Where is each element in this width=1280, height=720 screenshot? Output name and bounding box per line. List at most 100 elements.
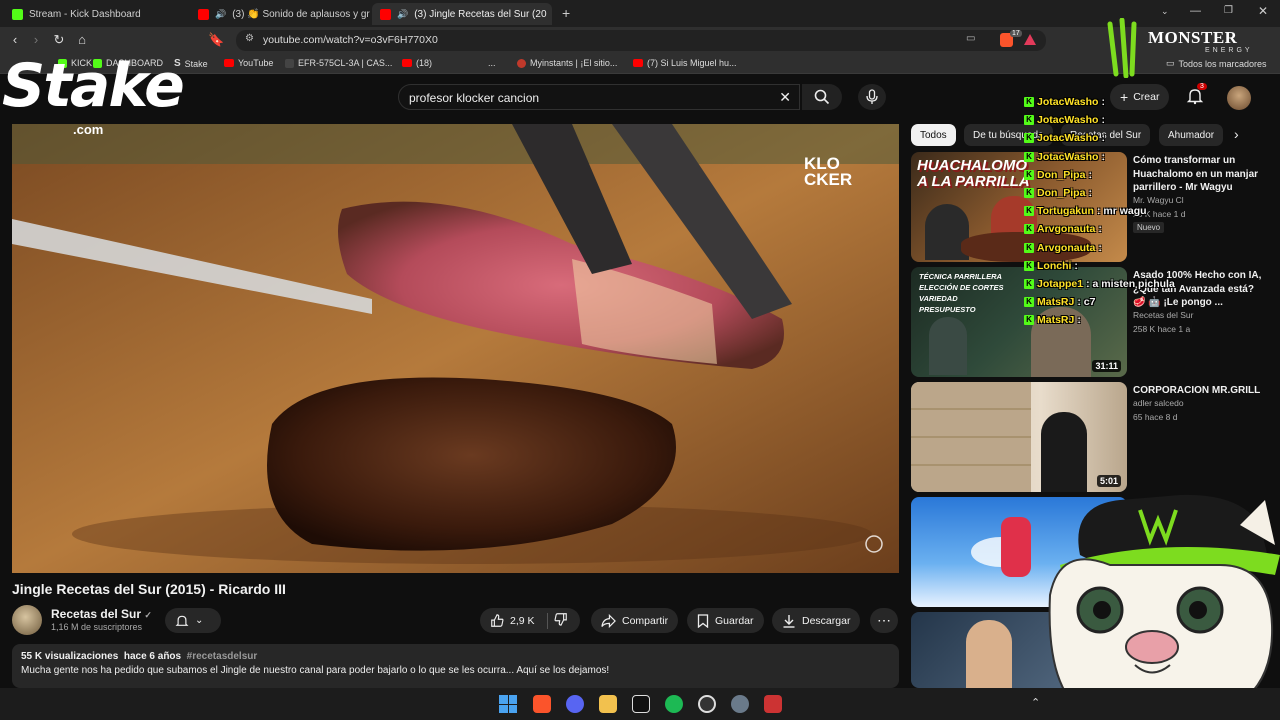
tab-jingle-active[interactable]: 🔊 (3) Jingle Recetas del Sur (20 ✕ xyxy=(372,3,552,25)
description-box[interactable]: 55 K visualizaciones hace 6 años #receta… xyxy=(12,644,899,688)
bookmark-icon[interactable]: 🔖 xyxy=(208,32,224,48)
chat-message: K JotacWasho: xyxy=(1024,132,1105,144)
chat-text: : c7 xyxy=(1077,296,1096,309)
thumbs-up-icon xyxy=(491,613,504,627)
chevron-right-icon[interactable]: › xyxy=(1234,126,1239,142)
kick-badge-icon: K xyxy=(1024,315,1034,326)
site-info-icon[interactable]: ⚙ xyxy=(245,33,254,44)
page-favicon-icon xyxy=(285,58,294,68)
monster-energy-logo xyxy=(1107,18,1137,78)
discord-icon[interactable] xyxy=(566,695,584,713)
download-button[interactable]: Descargar xyxy=(772,608,861,633)
chat-text: : a misten pichula xyxy=(1086,278,1175,290)
bookmark-18[interactable]: (18) xyxy=(402,58,432,68)
speaker-icon: 🔊 xyxy=(397,8,409,19)
video-title: Jingle Recetas del Sur (2015) - Ricardo … xyxy=(12,581,286,597)
voice-search-button[interactable] xyxy=(858,84,886,110)
stake-logo: Stake xyxy=(2,51,185,121)
bookmark-luis-miguel[interactable]: (7) Si Luis Miguel hu... xyxy=(633,58,737,68)
recommendation-channel: adler salcedo xyxy=(1133,398,1184,408)
home-icon[interactable]: ⌂ xyxy=(74,32,90,48)
dislike-button[interactable] xyxy=(554,612,568,629)
bookmark-ellipsis[interactable]: ... xyxy=(488,58,496,68)
clear-search-icon[interactable]: ✕ xyxy=(779,89,791,106)
chat-username: MatsRJ xyxy=(1037,296,1075,309)
chat-message: K JotacWasho: xyxy=(1024,114,1105,126)
new-tab-icon[interactable]: + xyxy=(562,5,570,21)
youtube-favicon-icon xyxy=(380,8,391,20)
back-icon[interactable]: ‹ xyxy=(7,32,23,48)
chat-text: : xyxy=(1101,114,1105,127)
chip-all[interactable]: Todos xyxy=(911,124,956,146)
chat-username: Jotappe1 xyxy=(1037,278,1084,290)
more-icon: ⋯ xyxy=(877,612,891,628)
settings-gear-icon[interactable] xyxy=(731,695,749,713)
chat-text: : xyxy=(1098,241,1102,254)
recommendation-title: Cómo transformar un Huachalomo en un man… xyxy=(1133,155,1259,193)
recommendation-meta: 65 hace 8 d xyxy=(1133,412,1178,422)
new-badge: Nuevo xyxy=(1133,222,1165,233)
like-button[interactable]: 2,9 K xyxy=(490,613,535,628)
tab-kick-dashboard[interactable]: Stream - Kick Dashboard xyxy=(4,3,188,25)
file-explorer-icon[interactable] xyxy=(599,695,617,713)
chat-username: MatsRJ xyxy=(1037,314,1075,327)
chat-text: : xyxy=(1098,223,1102,236)
bookmark-casio[interactable]: EFR-575CL-3A | CAS... xyxy=(285,58,392,68)
kick-badge-icon: K xyxy=(1024,97,1034,107)
chat-username: Arvgonauta xyxy=(1037,223,1096,236)
video-frame-steak: KLO CKER xyxy=(12,124,899,573)
reload-icon[interactable]: ↻ xyxy=(51,32,67,48)
youtube-favicon-icon xyxy=(224,59,234,67)
chip-ahumador[interactable]: Ahumador xyxy=(1159,124,1224,146)
brave-rewards-icon[interactable] xyxy=(1024,34,1036,45)
url-field[interactable]: ⚙ youtube.com/watch?v=o3vF6H770X0 ▭ xyxy=(236,30,1046,51)
tab-applause-sound[interactable]: 🔊 (3) 👏 Sonido de aplausos y grit xyxy=(190,3,370,25)
search-input[interactable]: profesor klocker cancion ✕ xyxy=(398,84,800,110)
channel-name[interactable]: Recetas del Sur ✓ xyxy=(51,607,152,621)
thumbs-down-icon xyxy=(554,613,567,626)
chat-message: K Arvgonauta: xyxy=(1024,223,1102,235)
chat-message: K Arvgonauta: xyxy=(1024,242,1102,254)
video-player[interactable]: KLO CKER xyxy=(12,124,899,573)
kick-badge-icon: K xyxy=(1024,169,1034,180)
chat-text: : xyxy=(1101,150,1105,163)
chat-text: : mr wagu xyxy=(1096,205,1147,218)
app-icon[interactable] xyxy=(764,695,782,713)
minimize-icon[interactable]: — xyxy=(1190,5,1201,17)
save-button[interactable]: Guardar xyxy=(687,608,764,633)
obs-icon[interactable] xyxy=(698,695,716,713)
channel-avatar[interactable] xyxy=(12,605,42,635)
cast-icon[interactable]: ▭ xyxy=(966,33,975,44)
start-menu-icon[interactable] xyxy=(499,695,517,713)
maximize-icon[interactable]: ❐ xyxy=(1224,5,1233,16)
kick-badge-icon: K xyxy=(1024,133,1034,144)
kick-badge-icon: K xyxy=(1024,188,1034,198)
more-actions-button[interactable]: ⋯ xyxy=(870,608,898,633)
share-button[interactable]: Compartir xyxy=(591,608,679,633)
capcut-icon[interactable] xyxy=(632,695,650,713)
tab-list-chevron-icon[interactable]: ⌄ xyxy=(1161,6,1169,17)
video-duration: 31:11 xyxy=(1092,360,1121,372)
tray-chevron-up-icon[interactable]: ⌃ xyxy=(1031,696,1040,709)
plus-icon: + xyxy=(1120,89,1129,105)
kick-favicon-icon xyxy=(12,8,23,20)
search-button[interactable] xyxy=(802,84,842,110)
share-icon xyxy=(601,613,616,628)
brave-badge: 17 xyxy=(1010,30,1022,37)
notifications-button[interactable]: 3 xyxy=(1186,83,1207,110)
hashtag-link[interactable]: #recetasdelsur xyxy=(187,651,258,662)
recommendation-item[interactable]: 5:01 CORPORACION MR.GRILL adler salcedo … xyxy=(911,382,1271,492)
person-figure xyxy=(1041,412,1087,492)
close-window-icon[interactable]: ✕ xyxy=(1258,4,1268,18)
person-figure xyxy=(1001,517,1031,577)
spotify-icon[interactable] xyxy=(665,695,683,713)
bookmark-youtube[interactable]: YouTube xyxy=(224,58,273,68)
chat-text: : xyxy=(1074,259,1078,272)
account-avatar[interactable] xyxy=(1227,86,1251,110)
bookmark-myinstants[interactable]: Myinstants | ¡El sitio... xyxy=(517,58,617,68)
brave-browser-icon[interactable] xyxy=(533,695,551,713)
forward-icon[interactable]: › xyxy=(28,32,44,48)
subscription-notification-button[interactable]: ⌄ xyxy=(165,608,221,633)
create-button[interactable]: + Crear xyxy=(1110,84,1170,110)
thumbnail-text: HUACHALOMO A LA PARRILLA xyxy=(917,157,1030,190)
